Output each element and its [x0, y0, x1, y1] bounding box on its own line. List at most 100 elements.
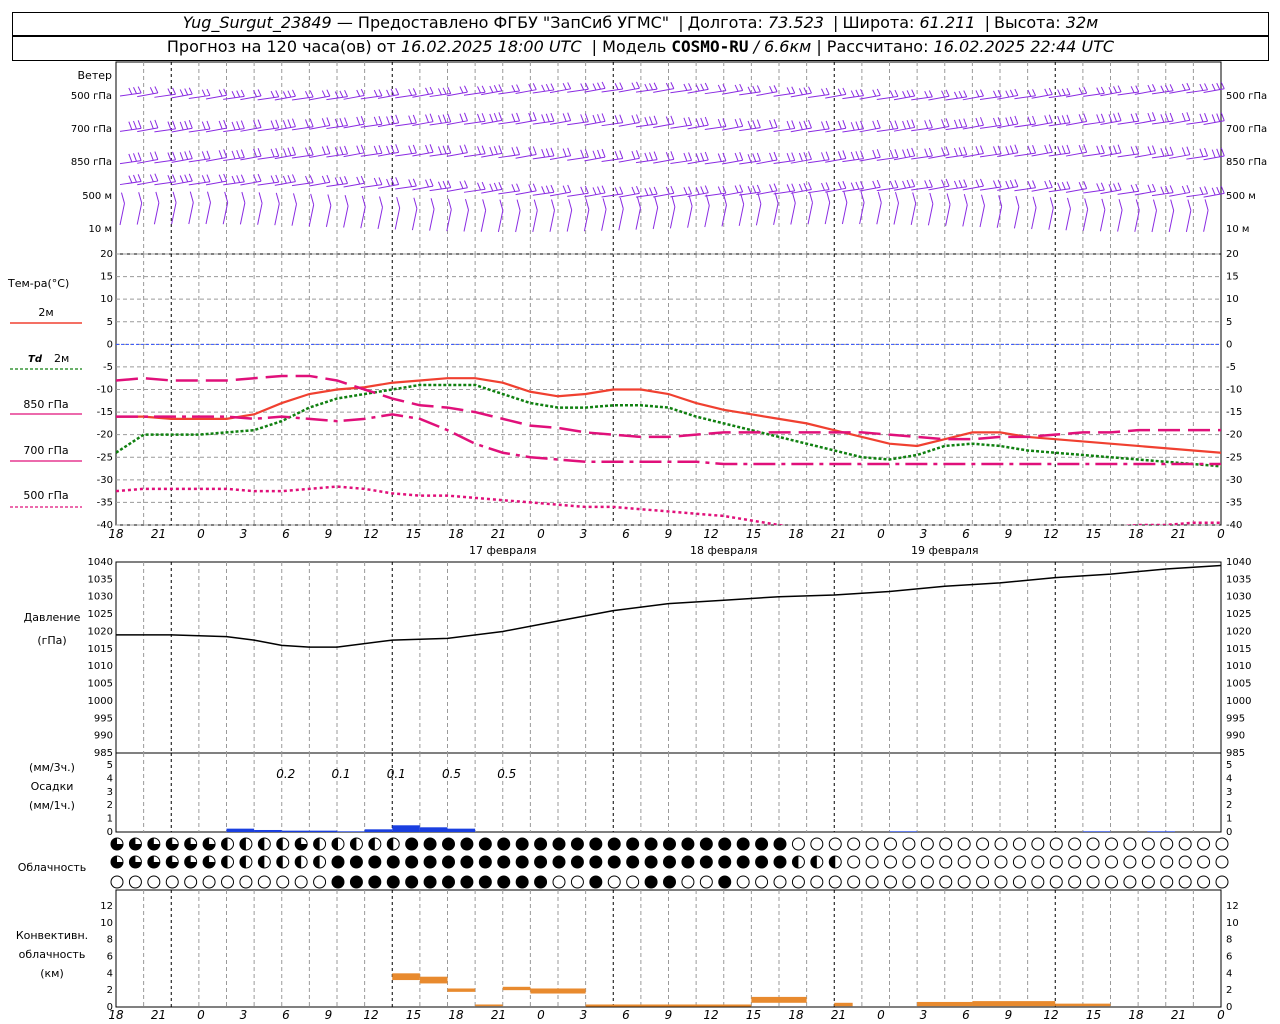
cloud-cover-fill [810, 856, 817, 868]
wind-barb-shaft [704, 90, 727, 95]
wind-barb-flag [791, 120, 796, 129]
date-label: 18 февраля [690, 544, 758, 557]
wind-barb-flag [1083, 113, 1088, 122]
wind-barb-flag [928, 179, 933, 188]
wind-barb-shaft [239, 202, 246, 225]
pressure-tick-left: 1030 [88, 592, 113, 603]
wind-barb-flag [292, 193, 297, 205]
cloud-cover-symbol [865, 855, 879, 869]
wind-barb-shaft [360, 184, 383, 189]
cloud-cover-fill [239, 838, 246, 850]
conv-tick-right: 10 [1226, 918, 1239, 929]
precip-tick-right: 3 [1226, 787, 1232, 798]
conv-tick-left: 0 [107, 1002, 113, 1013]
wind-barb-flag [1211, 187, 1216, 196]
wind-barb-flag [378, 177, 383, 185]
conv-cloud-bar [530, 988, 586, 994]
cloud-cover-symbol [497, 855, 511, 869]
conv-cloud-bar [972, 1001, 1056, 1007]
wind-barb-flag [850, 182, 855, 191]
wind-barb-shaft [738, 204, 745, 226]
wind-barb-flag [649, 83, 653, 91]
wind-barb-flag [1152, 183, 1156, 192]
cloud-cover-symbol [1049, 855, 1063, 869]
wind-barb-flag [739, 83, 744, 91]
wind-barb-flag [1078, 182, 1083, 190]
wind-barb-flag [1066, 114, 1071, 123]
wind-barb-flag [585, 198, 590, 210]
wind-barb-flag [894, 149, 899, 158]
conv-cloud-bar [502, 986, 531, 991]
wind-barb-flag [1117, 85, 1122, 93]
cloud-cover-symbol [386, 875, 400, 889]
wind-barb-flag [842, 120, 847, 129]
wind-barb-flag [282, 120, 287, 129]
wind-barb-flag [275, 148, 280, 157]
x-tick-label-bottom: 15 [746, 1008, 761, 1022]
wind-barb-flag [1147, 146, 1152, 155]
x-tick-label-top: 12 [703, 527, 718, 541]
cloud-cover-symbol [257, 875, 271, 889]
cloud-cover-symbol [405, 875, 419, 889]
cloud-cover-symbol [902, 875, 916, 889]
wind-barb-flag [688, 152, 693, 161]
pressure-title: Давление [24, 611, 81, 624]
wind-barb-flag [963, 118, 968, 127]
wind-barb-flag [464, 85, 468, 93]
wind-barb-flag [902, 91, 907, 98]
cloud-cover-symbol [1197, 875, 1211, 889]
precip-tick-left: 2 [107, 800, 113, 811]
wind-barb-flag [791, 183, 796, 192]
wind-barb-flag [493, 146, 498, 155]
wind-barb-flag [1049, 197, 1054, 209]
wind-barb-flag [240, 149, 245, 158]
conv-tick-left: 8 [107, 935, 113, 946]
wind-barb-flag [562, 83, 567, 90]
cloud-cover-symbol [1197, 855, 1211, 869]
wind-barb-flag [636, 197, 641, 209]
cloud-cover-symbol [1123, 855, 1137, 869]
wind-barb-flag [1220, 112, 1225, 121]
wind-barb-flag [1061, 88, 1066, 96]
wind-barb-flag [653, 82, 658, 90]
wind-barb-flag [631, 82, 636, 90]
wind-barb-flag [218, 150, 223, 159]
x-tick-label-top: 18 [1128, 527, 1144, 541]
x-tick-label-top: 15 [746, 527, 761, 541]
wind-barb-flag [408, 88, 413, 96]
wind-barb-flag [532, 83, 537, 90]
cloud-cover-symbol [460, 855, 474, 869]
wind-barb-flag [344, 145, 349, 155]
precip-tick-left: 3 [107, 787, 113, 798]
cloud-cover-symbol [810, 837, 824, 851]
cloud-cover-symbol [939, 855, 953, 869]
wind-barb-flag [769, 152, 773, 162]
wind-barb-flag [1101, 198, 1106, 210]
wind-barb-flag [137, 120, 142, 129]
wind-barb-flag [360, 144, 365, 153]
wind-barb-flag [928, 119, 933, 128]
wind-barb-flag [580, 149, 585, 159]
wind-barb-shaft [876, 202, 882, 225]
meteogram: Ветер 500 гПа 700 гПа 850 гПа 500 м 10 м… [7, 61, 1267, 1022]
wind-barb-flag [447, 113, 452, 123]
cloud-cover-symbol [405, 837, 419, 851]
wind-barb-flag [287, 175, 292, 183]
wind-barb-flag [1169, 185, 1174, 193]
x-tick-label-bottom: 9 [665, 1008, 673, 1022]
wind-barb-shaft [670, 159, 692, 164]
wind-barb-flag [704, 116, 709, 126]
wind-barb-flag [1044, 115, 1049, 124]
wind-barb-flag [958, 90, 963, 98]
wind-barb-flag [1061, 115, 1066, 124]
wind-barb-flag [717, 153, 722, 162]
wind-barb-flag [924, 180, 929, 188]
cloud-cover-symbol [994, 875, 1008, 889]
wind-barb-flag [305, 147, 309, 156]
wind-barb-flag [477, 113, 481, 123]
wind-barb-flag [953, 91, 958, 99]
wind-barb-shaft [652, 207, 659, 230]
temp-tick-left: -35 [97, 497, 113, 508]
legend-label-850: 850 гПа [23, 398, 68, 411]
wind-barb-flag [172, 151, 177, 161]
